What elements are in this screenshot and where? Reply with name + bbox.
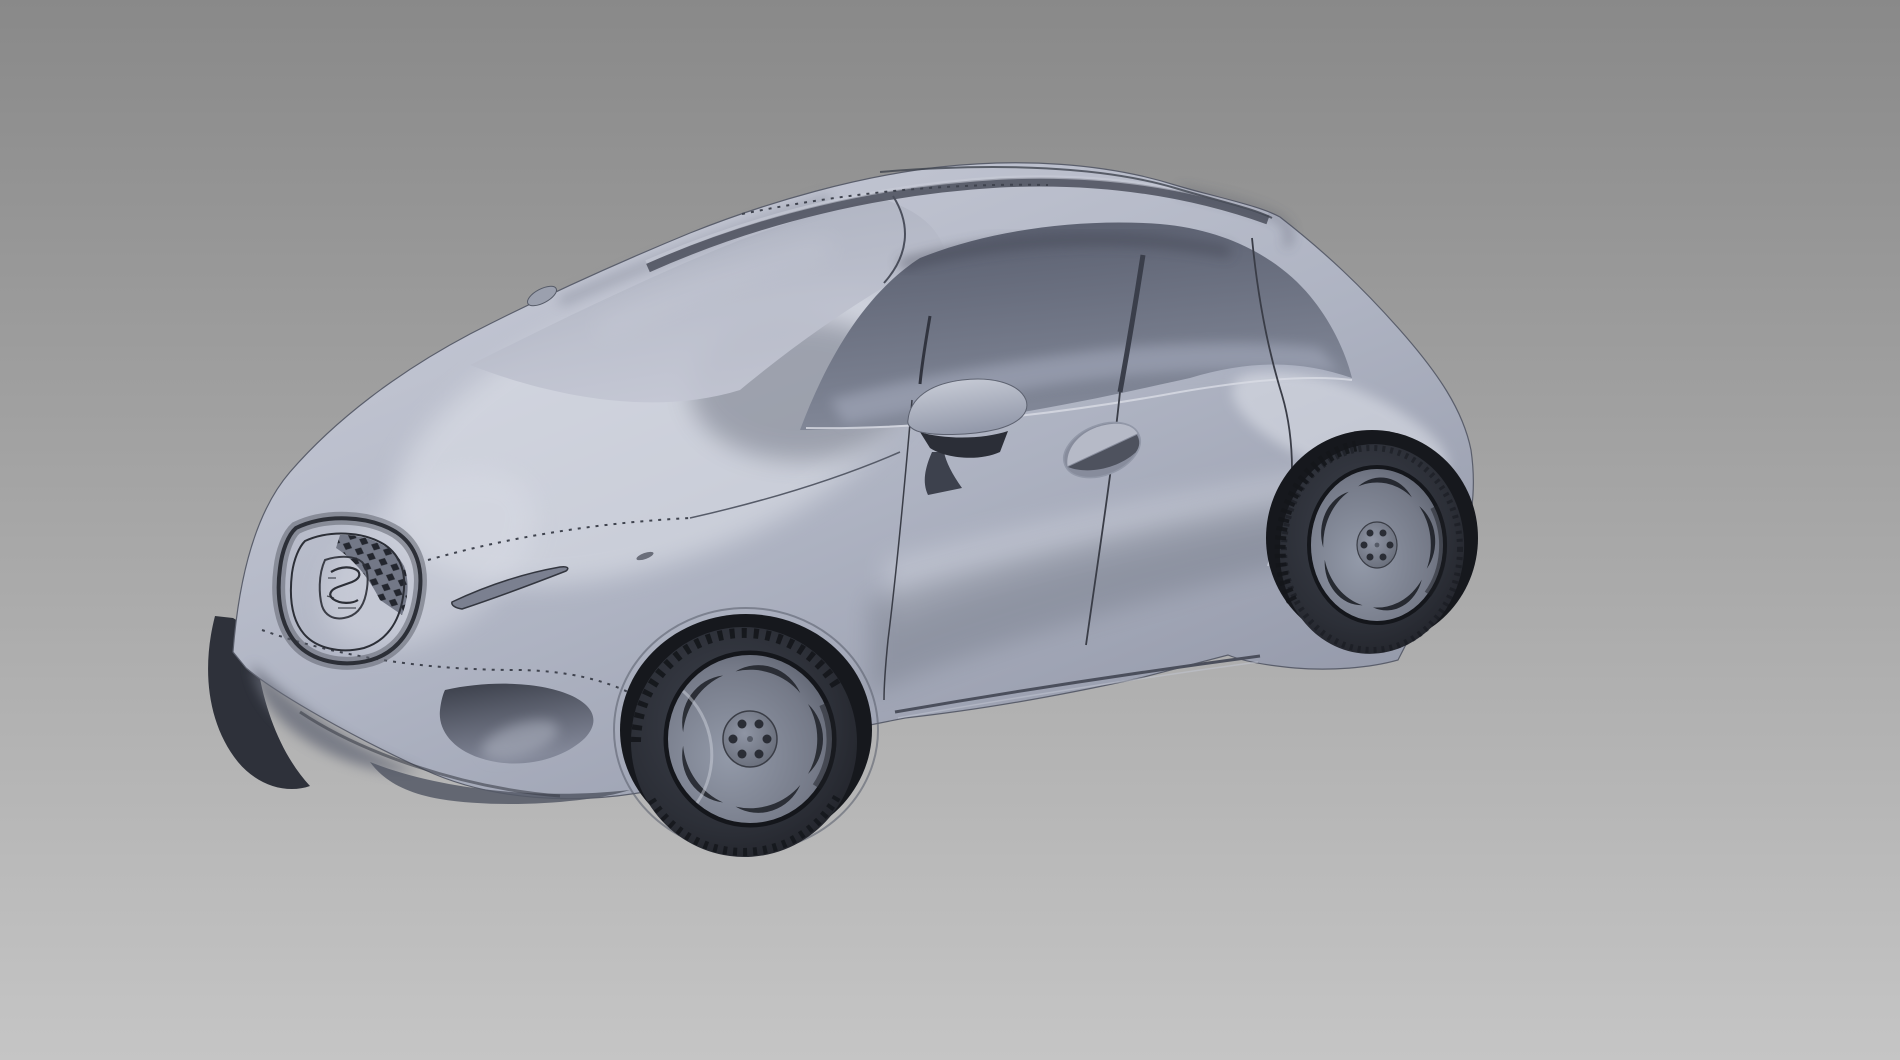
viewport-3d[interactable] (0, 0, 1900, 1060)
car-render-svg (0, 0, 1900, 1060)
